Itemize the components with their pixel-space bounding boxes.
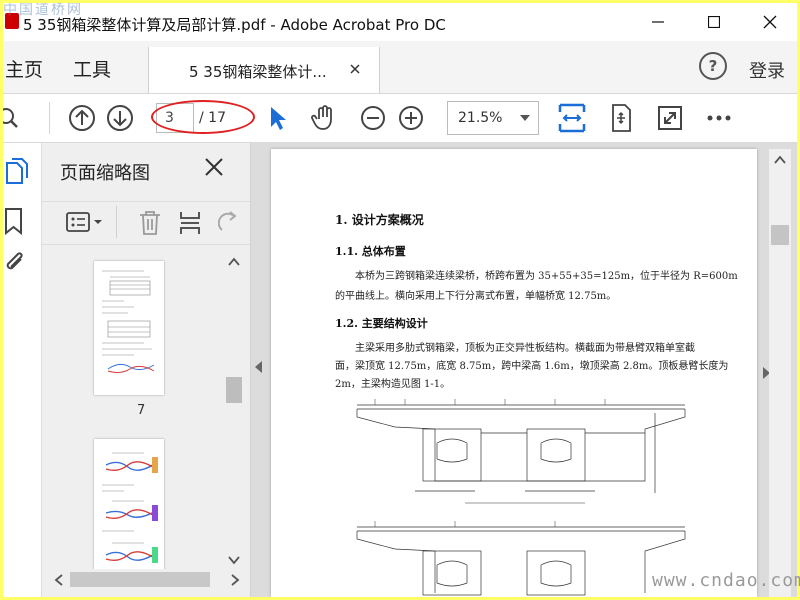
paperclip-icon — [6, 252, 23, 270]
close-icon — [350, 64, 360, 74]
document-viewer[interactable]: 1. 设计方案概况 1.1. 总体布置 本桥为三跨钢箱梁连续梁桥，桥跨布置为 3… — [251, 143, 797, 597]
zoom-select[interactable]: 21.5% — [447, 101, 539, 135]
insert-page-button[interactable] — [178, 210, 204, 240]
zoom-in-button[interactable] — [396, 103, 426, 133]
login-button[interactable]: 登录 — [749, 57, 785, 83]
trash-icon — [140, 211, 160, 235]
doc-heading-1: 1. 设计方案概况 — [335, 213, 424, 227]
scroll-right-icon — [231, 574, 240, 586]
thumbnail-preview — [102, 452, 158, 563]
pdf-page: 1. 设计方案概况 1.1. 总体布置 本桥为三跨钢箱梁连续梁桥，桥跨布置为 3… — [271, 149, 757, 597]
close-icon — [763, 15, 777, 29]
arrow-down-circle-icon — [107, 105, 133, 131]
zoom-value: 21.5% — [458, 110, 503, 126]
tab-document-label: 5 35钢箱梁整体计... — [189, 63, 327, 81]
panel-close-button[interactable] — [204, 157, 224, 181]
scrollbar-thumb[interactable] — [771, 225, 789, 245]
thumbnail-horizontal-scrollbar[interactable] — [48, 569, 244, 591]
delete-page-button[interactable] — [138, 210, 162, 240]
page-thumbnail[interactable] — [94, 261, 164, 395]
doc-paragraph-line: 本桥为三跨钢箱梁连续梁桥，桥跨布置为 35+55+35=125m，位于半径为 R… — [355, 271, 738, 282]
thumbnail-vertical-scrollbar[interactable] — [224, 253, 244, 571]
site-watermark-bottom: www.cndao.com — [652, 570, 800, 591]
options-menu-button[interactable] — [66, 212, 104, 238]
minimize-button[interactable] — [635, 3, 681, 41]
scroll-down-icon — [228, 556, 240, 565]
rotate-icon — [217, 211, 237, 231]
hand-icon — [311, 105, 332, 130]
page-arrows-icon — [612, 104, 631, 132]
fit-width-button[interactable] — [555, 103, 589, 133]
attachments-rail-button[interactable] — [3, 249, 27, 281]
bookmark-icon — [5, 208, 22, 236]
thumbnail-page-label: 7 — [137, 403, 146, 418]
thumbnail-list[interactable]: 7 — [42, 253, 224, 569]
full-screen-button[interactable] — [655, 103, 685, 133]
select-tool-button[interactable] — [263, 103, 293, 133]
acrobat-window: 中国道桥网 5 35钢箱梁整体计算及局部计算.pdf - Adobe Acrob… — [3, 3, 797, 597]
toolbar-divider — [49, 102, 50, 134]
tab-home[interactable]: 主页 — [5, 55, 43, 82]
panel-divider — [116, 206, 117, 238]
navigation-rail — [3, 143, 42, 597]
tab-bar: 主页 工具 5 35钢箱梁整体计... ? 登录 — [3, 41, 797, 94]
next-page-button[interactable] — [105, 103, 135, 133]
bridge-structure-drawing — [356, 399, 686, 596]
cursor-arrow-icon — [271, 107, 286, 130]
doc-heading-1-1: 1.1. 总体布置 — [335, 245, 406, 258]
thumbnail-preview — [102, 270, 155, 374]
highlight-annotation-ellipse — [151, 100, 255, 134]
zoom-out-button[interactable] — [358, 103, 388, 133]
fit-width-icon — [558, 103, 586, 133]
page-thumbnails-icon — [6, 158, 28, 184]
tab-document[interactable]: 5 35钢箱梁整体计... — [148, 47, 380, 93]
panel-toolbar — [42, 201, 250, 245]
scrollbar-thumb[interactable] — [70, 572, 210, 587]
close-icon — [205, 158, 223, 176]
tab-tools[interactable]: 工具 — [73, 55, 111, 82]
doc-paragraph-line: 的平曲线上。横向采用上下行分离式布置，单幅桥宽 12.75m。 — [335, 291, 617, 302]
scroll-up-icon — [774, 155, 786, 164]
page-thumbnails-panel: 页面缩略图 7 — [42, 143, 251, 597]
maximize-icon — [708, 16, 720, 28]
scrollbar-thumb[interactable] — [226, 377, 242, 403]
doc-heading-1-2: 1.2. 主要结构设计 — [335, 317, 428, 330]
panel-title: 页面缩略图 — [60, 163, 150, 184]
minimize-icon — [652, 21, 664, 23]
bookmarks-rail-button[interactable] — [3, 207, 27, 239]
doc-paragraph-line: 面，梁顶宽 12.75m，底宽 8.75m，跨中梁高 1.6m，墩顶梁高 2.8… — [335, 361, 729, 372]
collapse-left-panel-icon[interactable] — [255, 361, 262, 373]
search-icon — [3, 108, 18, 128]
doc-paragraph-line: 2m，主梁构造见图 1-1。 — [335, 379, 451, 390]
document-vertical-scrollbar[interactable] — [769, 149, 791, 597]
scroll-up-icon — [228, 257, 240, 266]
search-button[interactable] — [3, 103, 25, 133]
zoom-in-icon — [399, 106, 423, 130]
page-thumbnail[interactable] — [94, 439, 164, 569]
zoom-out-icon — [361, 106, 385, 130]
help-icon[interactable]: ? — [699, 52, 727, 80]
scroll-left-icon — [54, 574, 63, 586]
options-list-icon — [66, 212, 102, 232]
hand-tool-button[interactable] — [309, 103, 339, 133]
more-tools-button[interactable] — [704, 103, 734, 133]
main-toolbar: 3 / 17 21.5% — [3, 94, 797, 143]
maximize-button[interactable] — [691, 3, 737, 41]
arrow-up-circle-icon — [69, 105, 95, 131]
more-dots-icon — [707, 115, 731, 121]
close-window-button[interactable] — [747, 3, 793, 41]
title-bar: 中国道桥网 5 35钢箱梁整体计算及局部计算.pdf - Adobe Acrob… — [3, 3, 797, 41]
tab-close-button[interactable] — [350, 59, 360, 78]
rotate-page-button[interactable] — [217, 210, 238, 240]
window-title: 5 35钢箱梁整体计算及局部计算.pdf - Adobe Acrobat Pro… — [23, 16, 446, 34]
expand-icon — [658, 106, 682, 130]
page-thumbnails-rail-button[interactable] — [3, 155, 41, 191]
previous-page-button[interactable] — [67, 103, 97, 133]
chevron-down-icon — [520, 115, 530, 121]
doc-paragraph-line: 主梁采用多肋式钢箱梁，顶板为正交异性板结构。横截面为带悬臂双箱单室截 — [355, 343, 695, 354]
rotate-scroll-mode-button[interactable] — [606, 103, 636, 133]
insert-pages-icon — [180, 212, 200, 234]
